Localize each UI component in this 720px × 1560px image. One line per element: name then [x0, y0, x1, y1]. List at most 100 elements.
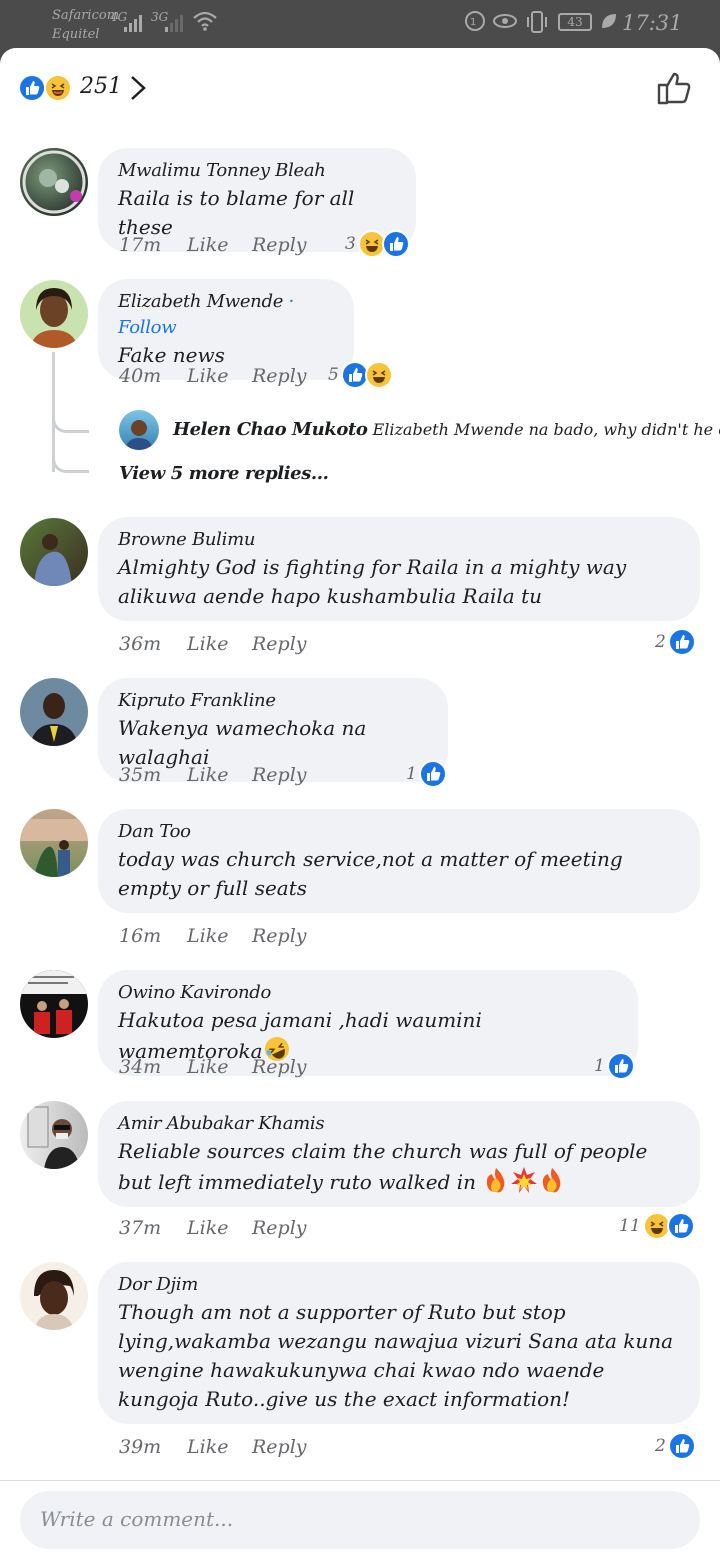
commenter-name[interactable]: Owino Kavirondo: [118, 980, 618, 1006]
view-more-replies-link[interactable]: View 5 more replies...: [119, 463, 329, 484]
avatar[interactable]: [20, 280, 88, 348]
reaction-count: 11: [619, 1216, 641, 1236]
reply-author[interactable]: Helen Chao Mukoto: [173, 419, 368, 440]
comment-composer: Write a comment...: [0, 1480, 720, 1560]
fire-emoji: [487, 1168, 505, 1193]
like-icon: [418, 760, 447, 788]
like-icon: [381, 230, 410, 258]
reaction-count: 1: [406, 764, 417, 784]
commenter-name[interactable]: Mwalimu Tonney Bleah: [118, 158, 396, 184]
carrier-1: Safaricom: [52, 8, 120, 23]
commenter-name[interactable]: Kipruto Frankline: [118, 688, 428, 714]
like-button[interactable]: Like: [187, 1436, 228, 1458]
like-button[interactable]: Like: [187, 1056, 228, 1078]
thread-branch: [52, 412, 89, 433]
comment-text: Reliable sources claim the church was fu…: [118, 1139, 648, 1194]
reply-button[interactable]: Reply: [252, 1217, 307, 1239]
vibrate-icon: [527, 11, 547, 33]
reply-button[interactable]: Reply: [252, 925, 307, 947]
avatar[interactable]: [20, 970, 88, 1038]
reaction-count: 2: [655, 632, 666, 652]
avatar[interactable]: [20, 1101, 88, 1169]
reply-button[interactable]: Reply: [252, 365, 307, 387]
avatar[interactable]: [20, 1262, 88, 1330]
comment-text: Hakutoa pesa jamani ,hadi waumini wamemt…: [118, 1008, 482, 1063]
reply-avatar[interactable]: [119, 410, 159, 450]
comment-time: 39m: [119, 1436, 162, 1458]
avatar[interactable]: [20, 809, 88, 877]
signal-1-icon: [124, 12, 142, 32]
reply-preview[interactable]: Helen Chao Mukoto Elizabeth Mwende na ba…: [173, 419, 720, 440]
battery-level: 43: [567, 15, 583, 29]
reply-button[interactable]: Reply: [252, 1436, 307, 1458]
reaction-count[interactable]: 251: [80, 74, 122, 99]
reply-button[interactable]: Reply: [252, 234, 307, 256]
collision-emoji: [511, 1167, 538, 1193]
comment-reactions[interactable]: 2: [655, 628, 696, 656]
reply-button[interactable]: Reply: [252, 764, 307, 786]
comment-text: today was church service,not a matter of…: [118, 847, 623, 900]
comment-bubble[interactable]: Dor Djim Though am not a supporter of Ru…: [98, 1262, 700, 1424]
like-button[interactable]: Like: [187, 633, 228, 655]
like-icon: [606, 1052, 635, 1080]
comment-time: 35m: [119, 764, 162, 786]
carrier-2: Equitel: [52, 27, 100, 42]
commenter-name[interactable]: Amir Abubakar Khamis: [118, 1111, 680, 1137]
comment-bubble[interactable]: Dan Too today was church service,not a m…: [98, 809, 700, 913]
comment-reactions[interactable]: 2: [655, 1432, 696, 1460]
haha-icon: [364, 361, 393, 389]
like-button[interactable]: Like: [187, 234, 228, 256]
chevron-right-icon[interactable]: [128, 74, 148, 102]
comment-reactions[interactable]: 5: [328, 361, 393, 389]
reply-button[interactable]: Reply: [252, 1056, 307, 1078]
data-saver-icon: 1: [465, 11, 485, 31]
comment-time: 17m: [119, 234, 162, 256]
carrier-names: Safaricom Equitel: [52, 6, 119, 44]
reaction-count: 1: [594, 1056, 605, 1076]
avatar[interactable]: [20, 148, 88, 216]
like-icon: [18, 74, 46, 102]
comment-input[interactable]: Write a comment...: [20, 1491, 700, 1549]
comment-bubble[interactable]: Owino Kavirondo Hakutoa pesa jamani ,had…: [98, 970, 638, 1076]
comment-time: 37m: [119, 1217, 162, 1239]
comment-reactions[interactable]: 11: [619, 1212, 695, 1240]
commenter-name[interactable]: Browne Bulimu: [118, 527, 680, 553]
status-bar: Safaricom Equitel 4G 3G 1 43 17:31: [0, 0, 720, 48]
like-icon: [667, 628, 696, 656]
battery-icon: 43: [558, 13, 592, 31]
thread-branch: [52, 452, 89, 473]
comments-sheet: 251 Mwalimu Tonney Bleah Raila is to bla…: [0, 48, 720, 1560]
like-button[interactable]: Like: [187, 764, 228, 786]
comment-reactions[interactable]: 1: [406, 760, 447, 788]
comment-time: 34m: [119, 1056, 162, 1078]
comment-bubble[interactable]: Browne Bulimu Almighty God is fighting f…: [98, 517, 700, 621]
comment-bubble[interactable]: Amir Abubakar Khamis Reliable sources cl…: [98, 1101, 700, 1207]
comment-input-placeholder: Write a comment...: [40, 1507, 234, 1531]
reactions-header[interactable]: 251: [0, 48, 720, 128]
comment-reactions[interactable]: 3: [345, 230, 410, 258]
signal-2-icon: [165, 12, 183, 32]
reply-text: Elizabeth Mwende na bado, why didn't he …: [372, 420, 720, 439]
like-icon: [667, 1432, 696, 1460]
like-button[interactable]: Like: [187, 365, 228, 387]
comment-reactions[interactable]: 1: [594, 1052, 635, 1080]
comment-text: Almighty God is fighting for Raila in a …: [118, 555, 627, 608]
commenter-name[interactable]: Dan Too: [118, 819, 680, 845]
commenter-name[interactable]: Elizabeth Mwende: [118, 291, 283, 312]
reaction-count: 5: [328, 365, 339, 385]
reply-button[interactable]: Reply: [252, 633, 307, 655]
eye-comfort-icon: [493, 14, 517, 28]
comment-time: 40m: [119, 365, 162, 387]
commenter-name[interactable]: Dor Djim: [118, 1272, 680, 1298]
avatar[interactable]: [20, 518, 88, 586]
clock: 17:31: [622, 11, 683, 35]
svg-text:1: 1: [470, 17, 476, 28]
comment-time: 36m: [119, 633, 162, 655]
leaf-icon: [602, 14, 616, 28]
avatar[interactable]: [20, 678, 88, 746]
reaction-count: 3: [345, 234, 356, 254]
like-button[interactable]: Like: [187, 1217, 228, 1239]
like-button[interactable]: Like: [187, 925, 228, 947]
reaction-count: 2: [655, 1436, 666, 1456]
thumbs-up-outline-icon[interactable]: [656, 70, 694, 106]
